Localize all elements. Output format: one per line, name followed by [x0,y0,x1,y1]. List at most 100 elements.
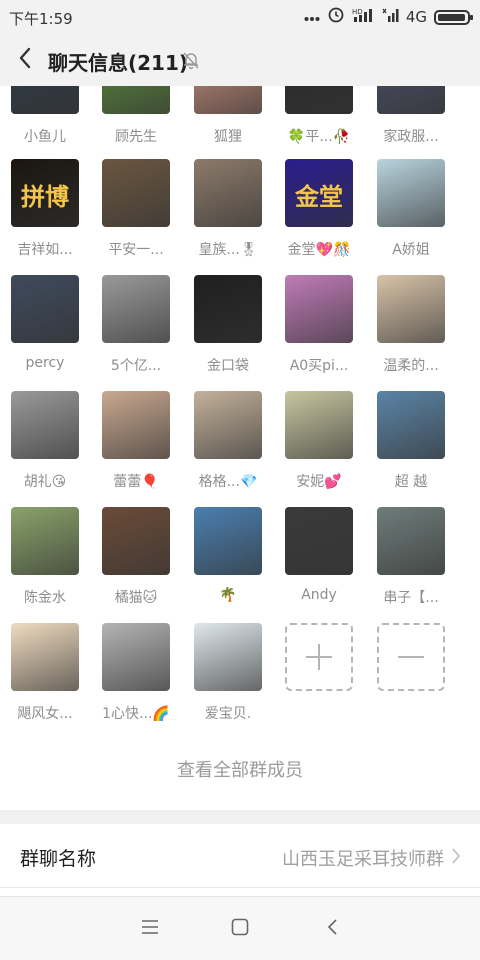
menu-icon [141,919,159,939]
member-item[interactable]: 超 越 [366,391,458,501]
member-avatar[interactable] [377,275,445,343]
member-avatar[interactable] [11,623,79,691]
member-item[interactable]: 顾先生 [91,86,183,156]
member-item[interactable]: 🌴 [183,507,275,617]
member-name: 串子【... [383,590,439,606]
member-item[interactable]: A娇姐 [366,159,458,269]
member-avatar[interactable] [194,86,262,114]
member-item[interactable]: 小鱼儿 [0,86,92,156]
member-avatar[interactable] [102,159,170,227]
section-divider [0,810,480,824]
add-member-button[interactable] [274,623,366,733]
member-avatar[interactable]: 金堂 [285,159,353,227]
member-avatar[interactable] [194,159,262,227]
back-button[interactable] [8,40,42,80]
member-avatar[interactable] [285,391,353,459]
member-avatar[interactable] [102,507,170,575]
member-name: 温柔的... [383,358,439,374]
member-avatar[interactable] [102,275,170,343]
network-type: 4G [405,8,427,26]
member-avatar[interactable] [285,275,353,343]
member-item[interactable]: 平安一... [91,159,183,269]
member-name: 狐狸 [214,129,242,145]
member-item[interactable]: percy [0,275,92,385]
home-button[interactable] [224,913,256,945]
chevron-left-icon [18,47,32,73]
member-name: 吉祥如... [17,242,73,258]
member-item[interactable]: 拼博吉祥如... [0,159,92,269]
member-item[interactable]: 1心快...🌈 [91,623,183,733]
member-name: 胡礼😘 [23,474,67,490]
member-item[interactable]: 爱宝贝. [183,623,275,733]
member-name: 橘猫🐱 [114,590,158,606]
back-nav-button[interactable] [316,913,348,945]
member-avatar[interactable] [102,86,170,114]
member-avatar[interactable] [285,507,353,575]
member-avatar[interactable] [377,159,445,227]
member-item[interactable]: 胡礼😘 [0,391,92,501]
member-avatar[interactable] [194,391,262,459]
member-item[interactable]: A0买pi... [274,275,366,385]
plus-icon [285,623,353,691]
member-item[interactable]: 皇族...🎖 [183,159,275,269]
status-time: 下午1:59 [9,10,73,28]
member-item[interactable]: 狐狸 [183,86,275,156]
bell-off-icon [180,49,202,71]
member-item[interactable]: Andy [274,507,366,617]
member-item[interactable]: 温柔的... [366,275,458,385]
member-avatar[interactable]: 拼博 [11,159,79,227]
member-avatar[interactable] [377,507,445,575]
title-bar: 聊天信息(211) [0,34,480,86]
avatar-text: 金堂 [295,182,343,211]
remove-member-button[interactable] [366,623,458,733]
member-item[interactable]: 家政服... [366,86,458,156]
member-avatar[interactable] [11,507,79,575]
member-avatar[interactable] [11,86,79,114]
member-item[interactable]: 5个亿... [91,275,183,385]
member-name: 🍀平...🥀 [287,129,351,145]
view-all-members-button[interactable]: 查看全部群成员 [0,756,480,782]
member-avatar[interactable] [11,391,79,459]
member-name: Andy [301,587,337,603]
member-name: 家政服... [383,129,439,145]
member-name: 蕾蕾🎈 [113,474,159,490]
group-name-value: 山西玉足采耳技师群 [282,849,444,870]
member-name: A0买pi... [289,358,349,374]
member-item[interactable]: 飓风女... [0,623,92,733]
avatar-text: 拼博 [21,182,69,211]
member-avatar[interactable] [11,275,79,343]
member-avatar[interactable] [194,507,262,575]
member-item[interactable]: 格格...💎 [183,391,275,501]
chat-info-content[interactable]: 小鱼儿 顾先生 狐狸 🍀平...🥀 家政服... 拼博 吉祥如... 平安一... 皇族...🎖… [0,86,480,896]
member-item[interactable]: 橘猫🐱 [91,507,183,617]
member-item[interactable]: 串子【... [366,507,458,617]
group-name-label: 群聊名称 [20,848,97,870]
member-name: 格格...💎 [198,474,258,490]
group-name-row[interactable]: 群聊名称 山西玉足采耳技师群 [0,824,480,888]
svg-text:HD: HD [352,8,363,16]
member-avatar[interactable] [102,391,170,459]
chevron-right-icon [450,846,462,866]
home-square-icon [231,918,249,940]
member-avatar[interactable] [194,623,262,691]
member-item[interactable]: 蕾蕾🎈 [91,391,183,501]
menu-button[interactable] [134,913,166,945]
member-name: 小鱼儿 [24,129,66,145]
member-avatar[interactable] [377,86,445,114]
system-nav-bar [0,896,480,960]
member-item[interactable]: 陈金水 [0,507,92,617]
member-name: 1心快...🌈 [102,706,170,722]
member-avatar[interactable] [102,623,170,691]
member-avatar[interactable] [194,275,262,343]
signal-icon [381,7,399,27]
member-item[interactable]: 金口袋 [183,275,275,385]
member-avatar[interactable] [285,86,353,114]
member-name: percy [25,355,65,371]
member-item[interactable]: 🍀平...🥀 [274,86,366,156]
member-item[interactable]: 安妮💕 [274,391,366,501]
alarm-icon [327,6,345,28]
member-name: 顾先生 [115,129,157,145]
member-avatar[interactable] [377,391,445,459]
member-name: A娇姐 [392,242,430,258]
member-item[interactable]: 金堂 金堂💖🎊 [274,159,366,269]
